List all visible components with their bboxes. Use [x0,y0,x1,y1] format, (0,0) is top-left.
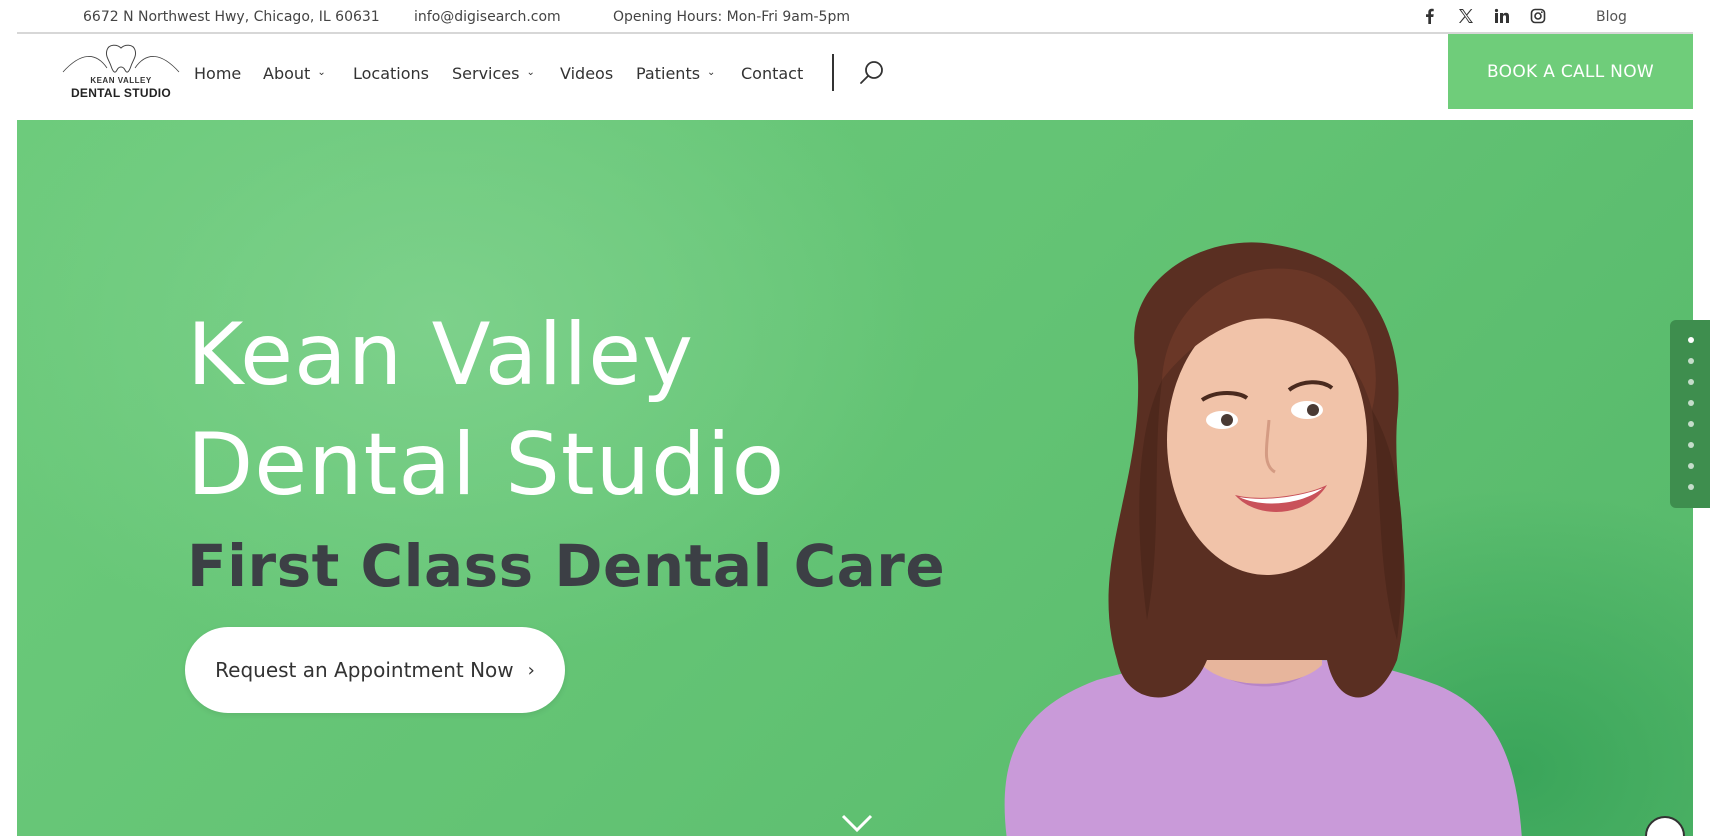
email-link[interactable]: info@digisearch.com [414,9,561,25]
linkedin-icon[interactable] [1494,8,1510,24]
dot-nav-item[interactable] [1688,358,1694,364]
hero-title: Kean Valley Dental Studio [187,300,785,520]
nav-label: Locations [353,64,430,83]
blog-link[interactable]: Blog [1596,9,1627,25]
chevron-down-icon: ⌄ [707,67,716,78]
logo-text-bottom: DENTAL STUDIO [70,86,172,100]
chevron-right-icon: › [527,659,535,681]
hero-woman-image [1004,242,1522,836]
nav-label: Videos [560,64,614,83]
nav-label: Contact [741,64,804,83]
nav-item-videos[interactable]: Videos [560,64,613,83]
dot-nav-item[interactable] [1688,379,1694,385]
chevron-down-icon[interactable] [839,810,875,836]
nav-item-contact[interactable]: Contact [741,64,803,83]
nav-item-patients[interactable]: Patients ⌄ [636,64,715,83]
dot-nav-item[interactable] [1688,400,1694,406]
hero-section: Kean Valley Dental Studio First Class De… [17,120,1693,836]
nav-item-locations[interactable]: Locations [353,64,429,83]
dot-nav-item[interactable] [1688,484,1694,490]
hero-title-line-2: Dental Studio [187,415,786,515]
nav-label: Patients [636,64,701,83]
book-call-button[interactable]: BOOK A CALL NOW [1448,34,1693,109]
facebook-icon[interactable] [1422,8,1438,24]
nav-label: Home [194,64,242,83]
opening-hours-text: Opening Hours: Mon-Fri 9am-5pm [613,9,850,25]
main-header: KEAN VALLEY DENTAL STUDIO Home About ⌄ Lo… [17,34,1693,120]
top-info-bar: 6672 N Northwest Hwy, Chicago, IL 60631 … [0,0,1710,34]
x-icon[interactable] [1458,8,1474,24]
request-appointment-button[interactable]: Request an Appointment Now › [185,627,565,713]
dot-nav-item[interactable] [1688,421,1694,427]
chevron-down-icon: ⌄ [317,67,326,78]
site-logo[interactable]: KEAN VALLEY DENTAL STUDIO [61,42,181,102]
dot-nav-item[interactable] [1688,337,1694,343]
chevron-down-icon: ⌄ [526,67,535,78]
nav-item-services[interactable]: Services ⌄ [452,64,535,83]
nav-item-about[interactable]: About ⌄ [263,64,326,83]
nav-label: Services [452,64,520,83]
nav-divider [832,54,834,91]
side-dot-nav [1670,320,1710,508]
search-icon[interactable] [857,58,887,88]
nav-item-home[interactable]: Home [194,64,241,83]
address-text: 6672 N Northwest Hwy, Chicago, IL 60631 [83,9,380,25]
hero-title-line-1: Kean Valley [187,305,695,405]
tooth-logo-icon [62,44,180,73]
dot-nav-item[interactable] [1688,463,1694,469]
nav-label: About [263,64,311,83]
dot-nav-item[interactable] [1688,442,1694,448]
logo-text-top: KEAN VALLEY [90,76,152,85]
hero-subtitle: First Class Dental Care [187,532,946,600]
instagram-icon[interactable] [1530,8,1546,24]
request-appointment-label: Request an Appointment Now [215,658,514,682]
